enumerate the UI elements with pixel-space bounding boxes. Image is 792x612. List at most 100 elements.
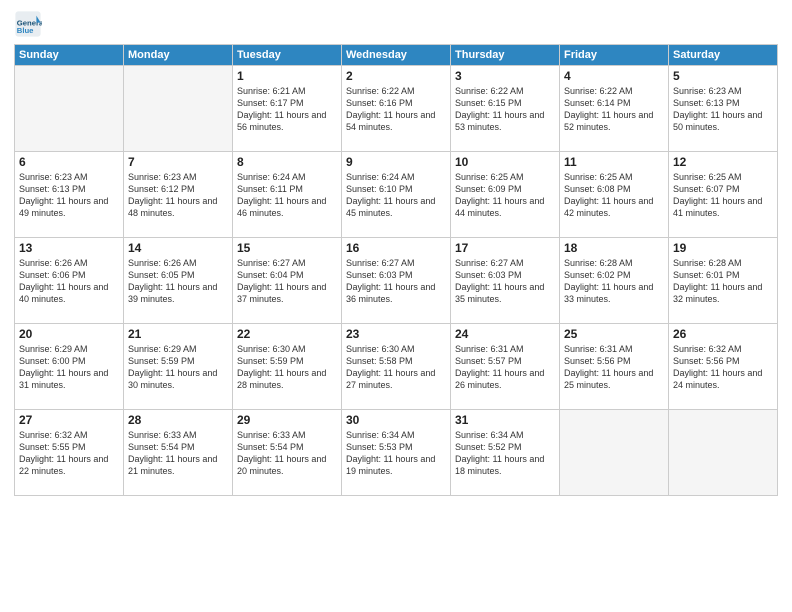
- calendar-cell: 16 Sunrise: 6:27 AM Sunset: 6:03 PM Dayli…: [342, 238, 451, 324]
- day-number: 19: [673, 241, 773, 255]
- calendar-cell: 13 Sunrise: 6:26 AM Sunset: 6:06 PM Dayli…: [15, 238, 124, 324]
- cell-info: Sunrise: 6:26 AM Sunset: 6:06 PM Dayligh…: [19, 257, 119, 306]
- day-number: 10: [455, 155, 555, 169]
- day-number: 20: [19, 327, 119, 341]
- day-number: 5: [673, 69, 773, 83]
- day-number: 15: [237, 241, 337, 255]
- cell-info: Sunrise: 6:21 AM Sunset: 6:17 PM Dayligh…: [237, 85, 337, 134]
- calendar-cell: 9 Sunrise: 6:24 AM Sunset: 6:10 PM Daylig…: [342, 152, 451, 238]
- day-number: 14: [128, 241, 228, 255]
- weekday-header-saturday: Saturday: [669, 45, 778, 66]
- cell-info: Sunrise: 6:23 AM Sunset: 6:12 PM Dayligh…: [128, 171, 228, 220]
- calendar-cell: [15, 66, 124, 152]
- page: General Blue SundayMondayTuesdayWednesda…: [0, 0, 792, 612]
- calendar-week-4: 27Sunrise: 6:32 AM Sunset: 5:55 PM Dayli…: [15, 410, 778, 496]
- day-number: 27: [19, 413, 119, 427]
- cell-info: Sunrise: 6:22 AM Sunset: 6:16 PM Dayligh…: [346, 85, 446, 134]
- weekday-header-monday: Monday: [124, 45, 233, 66]
- calendar-cell: [560, 410, 669, 496]
- weekday-header-thursday: Thursday: [451, 45, 560, 66]
- day-number: 23: [346, 327, 446, 341]
- day-number: 4: [564, 69, 664, 83]
- calendar-cell: [669, 410, 778, 496]
- calendar-cell: 17 Sunrise: 6:27 AM Sunset: 6:03 PM Dayli…: [451, 238, 560, 324]
- weekday-header-friday: Friday: [560, 45, 669, 66]
- day-number: 29: [237, 413, 337, 427]
- cell-info: Sunrise: 6:31 AM Sunset: 5:56 PM Dayligh…: [564, 343, 664, 392]
- weekday-header-sunday: Sunday: [15, 45, 124, 66]
- day-number: 7: [128, 155, 228, 169]
- day-number: 31: [455, 413, 555, 427]
- calendar-week-2: 13 Sunrise: 6:26 AM Sunset: 6:06 PM Dayli…: [15, 238, 778, 324]
- calendar-cell: 12 Sunrise: 6:25 AM Sunset: 6:07 PM Dayli…: [669, 152, 778, 238]
- day-number: 11: [564, 155, 664, 169]
- calendar-cell: 11 Sunrise: 6:25 AM Sunset: 6:08 PM Dayli…: [560, 152, 669, 238]
- calendar-cell: 23 Sunrise: 6:30 AM Sunset: 5:58 PM Dayli…: [342, 324, 451, 410]
- cell-info: Sunrise: 6:30 AM Sunset: 5:59 PM Dayligh…: [237, 343, 337, 392]
- day-number: 6: [19, 155, 119, 169]
- day-number: 17: [455, 241, 555, 255]
- cell-info: Sunrise: 6:25 AM Sunset: 6:07 PM Dayligh…: [673, 171, 773, 220]
- calendar-cell: 26 Sunrise: 6:32 AM Sunset: 5:56 PM Dayli…: [669, 324, 778, 410]
- day-number: 28: [128, 413, 228, 427]
- cell-info: Sunrise: 6:22 AM Sunset: 6:14 PM Dayligh…: [564, 85, 664, 134]
- calendar-cell: 10 Sunrise: 6:25 AM Sunset: 6:09 PM Dayli…: [451, 152, 560, 238]
- calendar-cell: 6 Sunrise: 6:23 AM Sunset: 6:13 PM Daylig…: [15, 152, 124, 238]
- day-number: 1: [237, 69, 337, 83]
- calendar-cell: [124, 66, 233, 152]
- cell-info: Sunrise: 6:25 AM Sunset: 6:08 PM Dayligh…: [564, 171, 664, 220]
- calendar-cell: 30 Sunrise: 6:34 AM Sunset: 5:53 PM Dayli…: [342, 410, 451, 496]
- calendar-cell: 22 Sunrise: 6:30 AM Sunset: 5:59 PM Dayli…: [233, 324, 342, 410]
- day-number: 21: [128, 327, 228, 341]
- svg-text:Blue: Blue: [17, 26, 34, 35]
- calendar-cell: 2 Sunrise: 6:22 AM Sunset: 6:16 PM Daylig…: [342, 66, 451, 152]
- cell-info: Sunrise: 6:22 AM Sunset: 6:15 PM Dayligh…: [455, 85, 555, 134]
- calendar-cell: 31 Sunrise: 6:34 AM Sunset: 5:52 PM Dayli…: [451, 410, 560, 496]
- day-number: 16: [346, 241, 446, 255]
- cell-info: Sunrise: 6:32 AM Sunset: 5:56 PM Dayligh…: [673, 343, 773, 392]
- cell-info: Sunrise: 6:31 AM Sunset: 5:57 PM Dayligh…: [455, 343, 555, 392]
- cell-info: Sunrise: 6:27 AM Sunset: 6:03 PM Dayligh…: [346, 257, 446, 306]
- cell-info: Sunrise: 6:24 AM Sunset: 6:10 PM Dayligh…: [346, 171, 446, 220]
- calendar-cell: 21 Sunrise: 6:29 AM Sunset: 5:59 PM Dayli…: [124, 324, 233, 410]
- calendar-cell: 28 Sunrise: 6:33 AM Sunset: 5:54 PM Dayli…: [124, 410, 233, 496]
- calendar-header-row: SundayMondayTuesdayWednesdayThursdayFrid…: [15, 45, 778, 66]
- day-number: 9: [346, 155, 446, 169]
- logo: General Blue: [14, 10, 44, 38]
- cell-info: Sunrise: 6:23 AM Sunset: 6:13 PM Dayligh…: [673, 85, 773, 134]
- calendar-cell: 15 Sunrise: 6:27 AM Sunset: 6:04 PM Dayli…: [233, 238, 342, 324]
- cell-info: Sunrise: 6:33 AM Sunset: 5:54 PM Dayligh…: [128, 429, 228, 478]
- cell-info: Sunrise: 6:29 AM Sunset: 5:59 PM Dayligh…: [128, 343, 228, 392]
- cell-info: Sunrise: 6:27 AM Sunset: 6:03 PM Dayligh…: [455, 257, 555, 306]
- day-number: 3: [455, 69, 555, 83]
- calendar-cell: 19 Sunrise: 6:28 AM Sunset: 6:01 PM Dayli…: [669, 238, 778, 324]
- calendar-week-3: 20 Sunrise: 6:29 AM Sunset: 6:00 PM Dayli…: [15, 324, 778, 410]
- cell-info: Sunrise: 6:27 AM Sunset: 6:04 PM Dayligh…: [237, 257, 337, 306]
- calendar-cell: 4 Sunrise: 6:22 AM Sunset: 6:14 PM Daylig…: [560, 66, 669, 152]
- day-number: 25: [564, 327, 664, 341]
- calendar-table: SundayMondayTuesdayWednesdayThursdayFrid…: [14, 44, 778, 496]
- cell-info: Sunrise: 6:28 AM Sunset: 6:01 PM Dayligh…: [673, 257, 773, 306]
- day-number: 13: [19, 241, 119, 255]
- calendar-week-0: 1 Sunrise: 6:21 AM Sunset: 6:17 PM Daylig…: [15, 66, 778, 152]
- cell-info: Sunrise: 6:25 AM Sunset: 6:09 PM Dayligh…: [455, 171, 555, 220]
- calendar-cell: 27Sunrise: 6:32 AM Sunset: 5:55 PM Dayli…: [15, 410, 124, 496]
- weekday-header-wednesday: Wednesday: [342, 45, 451, 66]
- cell-info: Sunrise: 6:33 AM Sunset: 5:54 PM Dayligh…: [237, 429, 337, 478]
- day-number: 2: [346, 69, 446, 83]
- day-number: 24: [455, 327, 555, 341]
- calendar-cell: 8Sunrise: 6:24 AM Sunset: 6:11 PM Daylig…: [233, 152, 342, 238]
- cell-info: Sunrise: 6:24 AM Sunset: 6:11 PM Dayligh…: [237, 171, 337, 220]
- cell-info: Sunrise: 6:34 AM Sunset: 5:53 PM Dayligh…: [346, 429, 446, 478]
- day-number: 18: [564, 241, 664, 255]
- cell-info: Sunrise: 6:30 AM Sunset: 5:58 PM Dayligh…: [346, 343, 446, 392]
- calendar-cell: 3 Sunrise: 6:22 AM Sunset: 6:15 PM Daylig…: [451, 66, 560, 152]
- cell-info: Sunrise: 6:29 AM Sunset: 6:00 PM Dayligh…: [19, 343, 119, 392]
- day-number: 12: [673, 155, 773, 169]
- day-number: 30: [346, 413, 446, 427]
- day-number: 26: [673, 327, 773, 341]
- day-number: 22: [237, 327, 337, 341]
- calendar-cell: 1 Sunrise: 6:21 AM Sunset: 6:17 PM Daylig…: [233, 66, 342, 152]
- cell-info: Sunrise: 6:34 AM Sunset: 5:52 PM Dayligh…: [455, 429, 555, 478]
- cell-info: Sunrise: 6:23 AM Sunset: 6:13 PM Dayligh…: [19, 171, 119, 220]
